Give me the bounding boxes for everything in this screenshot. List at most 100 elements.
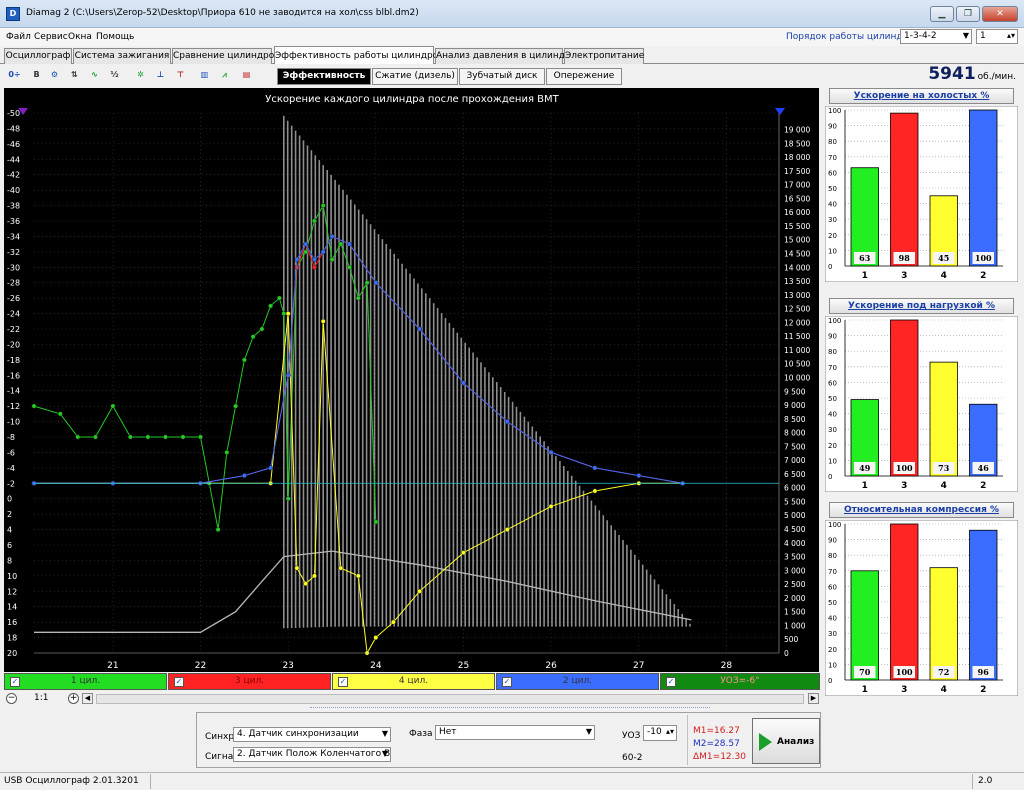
status-divider xyxy=(972,774,973,789)
sync-select[interactable]: 4. Датчик синхронизации ▼ xyxy=(233,727,391,742)
checkbox-icon[interactable]: ✓ xyxy=(174,677,184,687)
panel-title-3[interactable]: Относительная компрессия % xyxy=(829,502,1014,518)
data-point xyxy=(329,233,335,239)
zoom-fit-icon[interactable]: 0÷ xyxy=(6,67,23,83)
menu-help[interactable]: Помощь xyxy=(96,32,134,42)
rpm-icon[interactable]: ⚙ xyxy=(46,67,63,83)
uoz-icon[interactable]: ⩘ xyxy=(216,67,233,83)
y-left-tick-label: -20 xyxy=(7,340,20,349)
y-left-tick-label: 0 xyxy=(7,495,12,504)
right-cursor-icon[interactable] xyxy=(775,108,785,115)
y-left-tick-label: -36 xyxy=(7,217,20,226)
y-right-tick-label: 9 500 xyxy=(784,387,806,396)
firing-order-select[interactable]: 1-3-4-2 ▼ xyxy=(900,29,972,44)
cylinder-toggle-2[interactable]: ✓ 3 цил. xyxy=(168,673,331,690)
marker-icon[interactable]: ⊤ xyxy=(172,67,189,83)
cylinder-toggle-1[interactable]: ✓ 1 цил. xyxy=(4,673,167,690)
panel-title-1[interactable]: Ускорение на холостых % xyxy=(829,88,1014,104)
data-point xyxy=(303,249,309,255)
phase-select[interactable]: Нет ▼ xyxy=(435,725,595,740)
horizontal-scrollbar[interactable] xyxy=(96,694,804,704)
tab-ignition[interactable]: Система зажигания xyxy=(73,48,171,64)
subtab-compression[interactable]: Сжатие (дизель) xyxy=(372,68,458,85)
scroll-right-icon[interactable]: ▶ xyxy=(808,693,819,704)
data-point xyxy=(276,295,282,301)
menu-file[interactable]: Файл xyxy=(6,32,31,42)
tab-power[interactable]: Электропитание xyxy=(564,48,644,64)
subtab-toothed-disk[interactable]: Зубчатый диск xyxy=(459,68,545,85)
y-left-tick-label: 12 xyxy=(7,587,17,596)
bold-mode-icon[interactable]: B xyxy=(28,67,45,83)
cylinder-label: 2 цил. xyxy=(562,676,593,686)
tab-cylinder-compare[interactable]: Сравнение цилиндров xyxy=(172,48,280,64)
splitter[interactable] xyxy=(310,707,710,710)
tab-cylinder-efficiency[interactable]: Эффективность работы цилиндров xyxy=(274,46,444,65)
close-button[interactable]: ✕ xyxy=(982,6,1018,22)
checkbox-icon[interactable]: ✓ xyxy=(502,677,512,687)
checkbox-icon[interactable]: ✓ xyxy=(10,677,20,687)
cylinder-selector: ✓ 1 цил. ✓ 3 цил. ✓ 4 цил. ✓ 2 цил. ✓ УОЗ=-6° xyxy=(4,672,820,691)
chart-title: Ускорение каждого цилиндра после прохожд… xyxy=(265,94,559,105)
uoz-spinner[interactable]: -10 ▴▾ xyxy=(643,725,677,741)
acceleration-chart[interactable]: -50-48-46-44-42-40-38-36-34-32-30-28-26-… xyxy=(4,88,819,672)
scroll-left-icon[interactable]: ◀ xyxy=(82,693,93,704)
maximize-button[interactable]: ❐ xyxy=(956,6,980,22)
bar-y-tick: 60 xyxy=(828,583,837,591)
y-right-tick-label: 15 000 xyxy=(784,236,810,245)
checkbox-icon[interactable]: ✓ xyxy=(666,677,676,687)
subtab-advance[interactable]: Опережение xyxy=(546,68,622,85)
bar-4 xyxy=(929,567,958,681)
data-point xyxy=(303,581,309,587)
bar-y-tick: 0 xyxy=(828,473,832,481)
menu-windows[interactable]: Окна xyxy=(68,32,92,42)
data-point xyxy=(347,264,352,270)
subtab-efficiency[interactable]: Эффективность xyxy=(277,68,371,85)
y-right-tick-label: 10 500 xyxy=(784,360,810,369)
menu-service[interactable]: Сервис xyxy=(34,32,68,42)
panel-title-text: Ускорение на холостых % xyxy=(853,91,990,101)
y-left-tick-label: -18 xyxy=(7,356,20,365)
tab-pressure-analysis[interactable]: Анализ давления в цилиндре xyxy=(435,48,576,64)
cylinder-spinner[interactable]: 1 ▴▾ xyxy=(976,29,1018,44)
panel-title-text: Ускорение под нагрузкой % xyxy=(848,301,995,311)
data-point xyxy=(163,434,168,440)
bar-value-label: 49 xyxy=(859,463,871,473)
wave-icon[interactable]: ∿ xyxy=(86,67,103,83)
minimize-button[interactable]: ▁ xyxy=(930,6,954,22)
data-point xyxy=(224,449,230,455)
data-point xyxy=(320,318,326,324)
data-point xyxy=(92,434,98,440)
x-tick-label: 23 xyxy=(282,661,293,671)
y-left-tick-label: 6 xyxy=(7,541,12,550)
y-right-tick-label: 7 000 xyxy=(784,456,806,465)
data-point xyxy=(338,565,344,571)
checkbox-icon[interactable]: ✓ xyxy=(338,677,348,687)
data-point xyxy=(364,280,370,286)
trigger-icon[interactable]: ⇅ xyxy=(66,67,83,83)
cylinders-icon[interactable]: ▥ xyxy=(196,67,213,83)
zoom-out-icon[interactable]: − xyxy=(6,693,17,704)
bar-category-label: 2 xyxy=(980,271,986,281)
analyze-button[interactable]: Анализ xyxy=(752,718,820,764)
chevron-down-icon: ▼ xyxy=(585,727,592,736)
data-point xyxy=(303,241,309,247)
algorithm-icon[interactable]: ½ xyxy=(106,67,123,83)
y-left-tick-label: -50 xyxy=(7,109,20,118)
filter-icon[interactable]: ✲ xyxy=(132,67,149,83)
tdc-icon[interactable]: ⊥ xyxy=(152,67,169,83)
y-left-tick-label: -44 xyxy=(7,155,20,164)
export-icon[interactable]: ▤ xyxy=(238,67,255,83)
y-left-tick-label: 4 xyxy=(7,526,12,535)
bar-2 xyxy=(969,109,998,267)
cylinder-toggle-4[interactable]: ✓ 2 цил. xyxy=(496,673,659,690)
tab-oscilloscope[interactable]: Осциллограф xyxy=(4,48,72,64)
cylinder-toggle-3[interactable]: ✓ 4 цил. xyxy=(332,673,495,690)
cylinder-toggle-5[interactable]: ✓ УОЗ=-6° xyxy=(660,673,820,690)
zoom-in-icon[interactable]: + xyxy=(68,693,79,704)
signal-value: 2. Датчик Полож Коленчатого Вал xyxy=(237,749,391,759)
y-right-tick-label: 18 000 xyxy=(784,153,810,162)
phase-label: Фаза xyxy=(409,729,433,739)
signal-select[interactable]: 2. Датчик Полож Коленчатого Вал ▼ xyxy=(233,747,391,762)
chevron-down-icon: ▼ xyxy=(381,729,388,738)
panel-title-2[interactable]: Ускорение под нагрузкой % xyxy=(829,298,1014,314)
